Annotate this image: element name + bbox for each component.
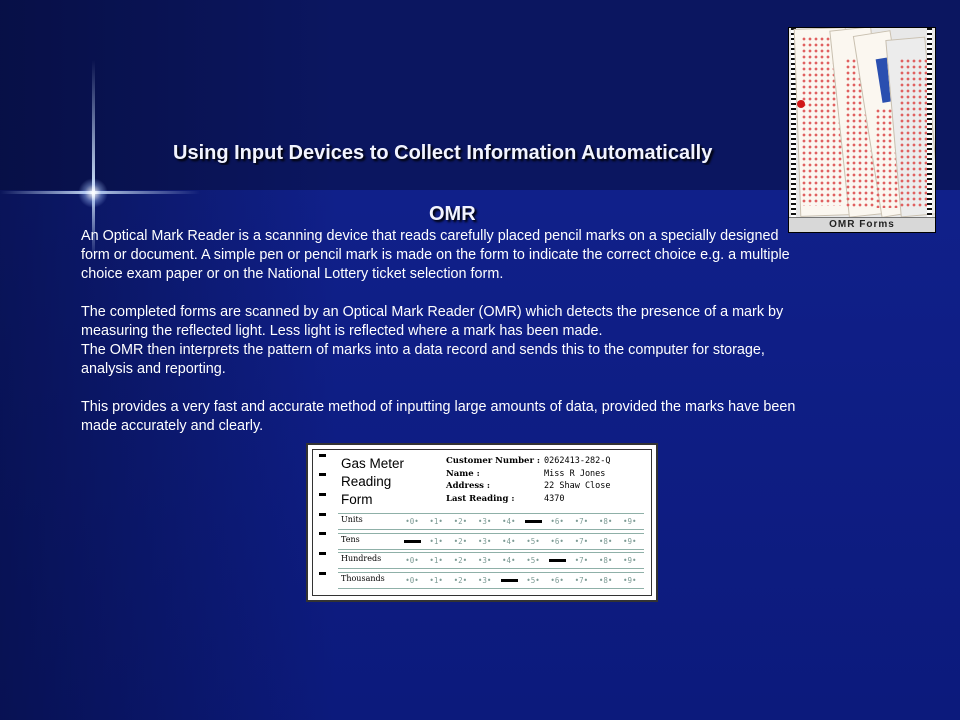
omr-digit-cell: •5• [526, 556, 540, 565]
omr-digit-cell: •9• [623, 517, 637, 526]
pencil-mark [404, 539, 421, 543]
gas-meter-form: Gas Meter Reading Form Customer Number :… [306, 443, 658, 602]
timing-mark [319, 532, 326, 535]
omr-row-label: Thousands [341, 573, 385, 583]
timing-mark [319, 572, 326, 575]
omr-digit-cells: •0• •1• •2• •3• •4• •5• •7• •8• •9• [400, 552, 644, 569]
omr-digit-cell: •1• [429, 536, 443, 546]
omr-digit-cell [545, 554, 569, 567]
pencil-mark [500, 578, 518, 582]
omr-digit-cells: •0• •1• •2• •3• •5• •6• •7• •8• •9• [400, 571, 644, 589]
omr-row-units: Units •0• •1• •2• •3• •4• •6• •7• •8• •9• [338, 513, 644, 530]
omr-digit-cells: •1• •2• •3• •4• •5• •6• •7• •8• •9• [400, 532, 644, 550]
omr-digit-cell: •9• [623, 536, 637, 546]
omr-digit-cell: •3• [477, 575, 492, 585]
omr-row-tens: Tens •1• •2• •3• •4• •5• •6• •7• •8• •9• [338, 532, 644, 550]
paragraph-omr-definition: An Optical Mark Reader is a scanning dev… [81, 228, 790, 282]
omr-digit-cell: •4• [502, 556, 516, 565]
omr-row-thousands: Thousands •0• •1• •2• •3• •5• •6• •7• •8• •9• [338, 571, 644, 589]
omr-digit-cells: •0• •1• •2• •3• •4• •6• •7• •8• •9• [400, 513, 644, 530]
timing-mark [319, 454, 326, 457]
timing-mark [319, 552, 326, 555]
omr-digit-cell: •4• [502, 536, 516, 546]
omr-digit-cell: •1• [429, 517, 443, 526]
omr-row-label: Units [341, 515, 363, 524]
light-flare-glow [78, 178, 108, 208]
omr-digit-cell: •3• [477, 517, 492, 526]
omr-digit-cell: •8• [598, 536, 613, 546]
customer-number-value: 0262413-282-Q [544, 456, 611, 466]
gas-form-title: Gas Meter Reading Form [341, 455, 404, 509]
gas-form-title-line: Gas Meter [341, 456, 405, 471]
slide-body: An Optical Mark Reader is a scanning dev… [81, 227, 806, 455]
photo-timing-strip-right [927, 28, 932, 218]
omr-digit-cell: •9• [623, 575, 637, 585]
omr-digit-cell: •6• [550, 536, 564, 546]
omr-digit-cell: •6• [550, 517, 564, 526]
omr-digit-cell: •4• [502, 517, 516, 526]
photo-caption: OMR Forms [789, 217, 935, 232]
omr-digit-cell: •1• [429, 575, 443, 585]
paragraph-interpretation: The OMR then interprets the pattern of m… [81, 342, 765, 377]
omr-digit-cell: •8• [598, 575, 613, 585]
customer-address-value: 22 Shaw Close [544, 481, 611, 491]
omr-digit-cell: •7• [574, 575, 589, 585]
omr-digit-cell: •8• [598, 556, 613, 565]
omr-digit-cell [521, 515, 545, 528]
customer-name-value: Miss R Jones [544, 468, 606, 479]
omr-row-hundreds: Hundreds •0• •1• •2• •3• •4• •5• •7• •8• •9• [338, 552, 644, 569]
omr-digit-cell: •7• [574, 517, 589, 526]
omr-digit-cell: •5• [526, 536, 540, 546]
last-reading-value: 4370 [544, 493, 565, 504]
slide-subtitle: OMR [429, 203, 476, 225]
omr-row-label: Tens [341, 534, 360, 544]
paragraph-scanning: The completed forms are scanned by an Op… [81, 304, 784, 339]
omr-digit-cell: •2• [453, 556, 468, 565]
omr-digit-cell [400, 535, 424, 548]
omr-digit-cell [497, 574, 521, 587]
omr-digit-cell: •2• [453, 517, 468, 526]
timing-mark [319, 493, 326, 496]
gas-form-title-line: Form [341, 492, 373, 507]
omr-digit-cell: •2• [453, 536, 468, 546]
omr-digit-cell: •6• [550, 575, 564, 585]
omr-digit-cell: •2• [453, 575, 468, 585]
omr-digit-cell: •7• [574, 556, 589, 565]
photo-bubble-grid [899, 58, 927, 208]
paragraph-benefits: This provides a very fast and accurate m… [81, 399, 796, 434]
omr-digit-cell: •8• [598, 517, 613, 526]
omr-digit-cell: •0• [405, 556, 419, 565]
customer-number-label: Customer Number : [446, 456, 541, 466]
omr-digit-cell: •5• [526, 575, 540, 585]
customer-address-label: Address : [446, 481, 491, 491]
customer-name-label: Name : [446, 468, 480, 479]
photo-red-mark [797, 100, 805, 108]
timing-mark [319, 513, 326, 516]
timing-mark [319, 473, 326, 476]
omr-digit-cell: •0• [405, 575, 419, 585]
omr-digit-cell: •1• [429, 556, 443, 565]
slide-title: Using Input Devices to Collect Informati… [173, 142, 713, 164]
pencil-mark [549, 559, 567, 562]
pencil-mark [525, 520, 542, 523]
last-reading-label: Last Reading : [446, 493, 515, 504]
omr-digit-cell: •0• [405, 517, 419, 526]
omr-row-label: Hundreds [341, 554, 382, 563]
gas-form-title-line: Reading [341, 474, 392, 489]
omr-digit-cell: •7• [574, 536, 589, 546]
omr-forms-photo: OMR Forms [788, 27, 936, 233]
omr-digit-cell: •3• [477, 556, 492, 565]
omr-digit-cell: •9• [623, 556, 637, 565]
omr-digit-cell: •3• [477, 536, 492, 546]
